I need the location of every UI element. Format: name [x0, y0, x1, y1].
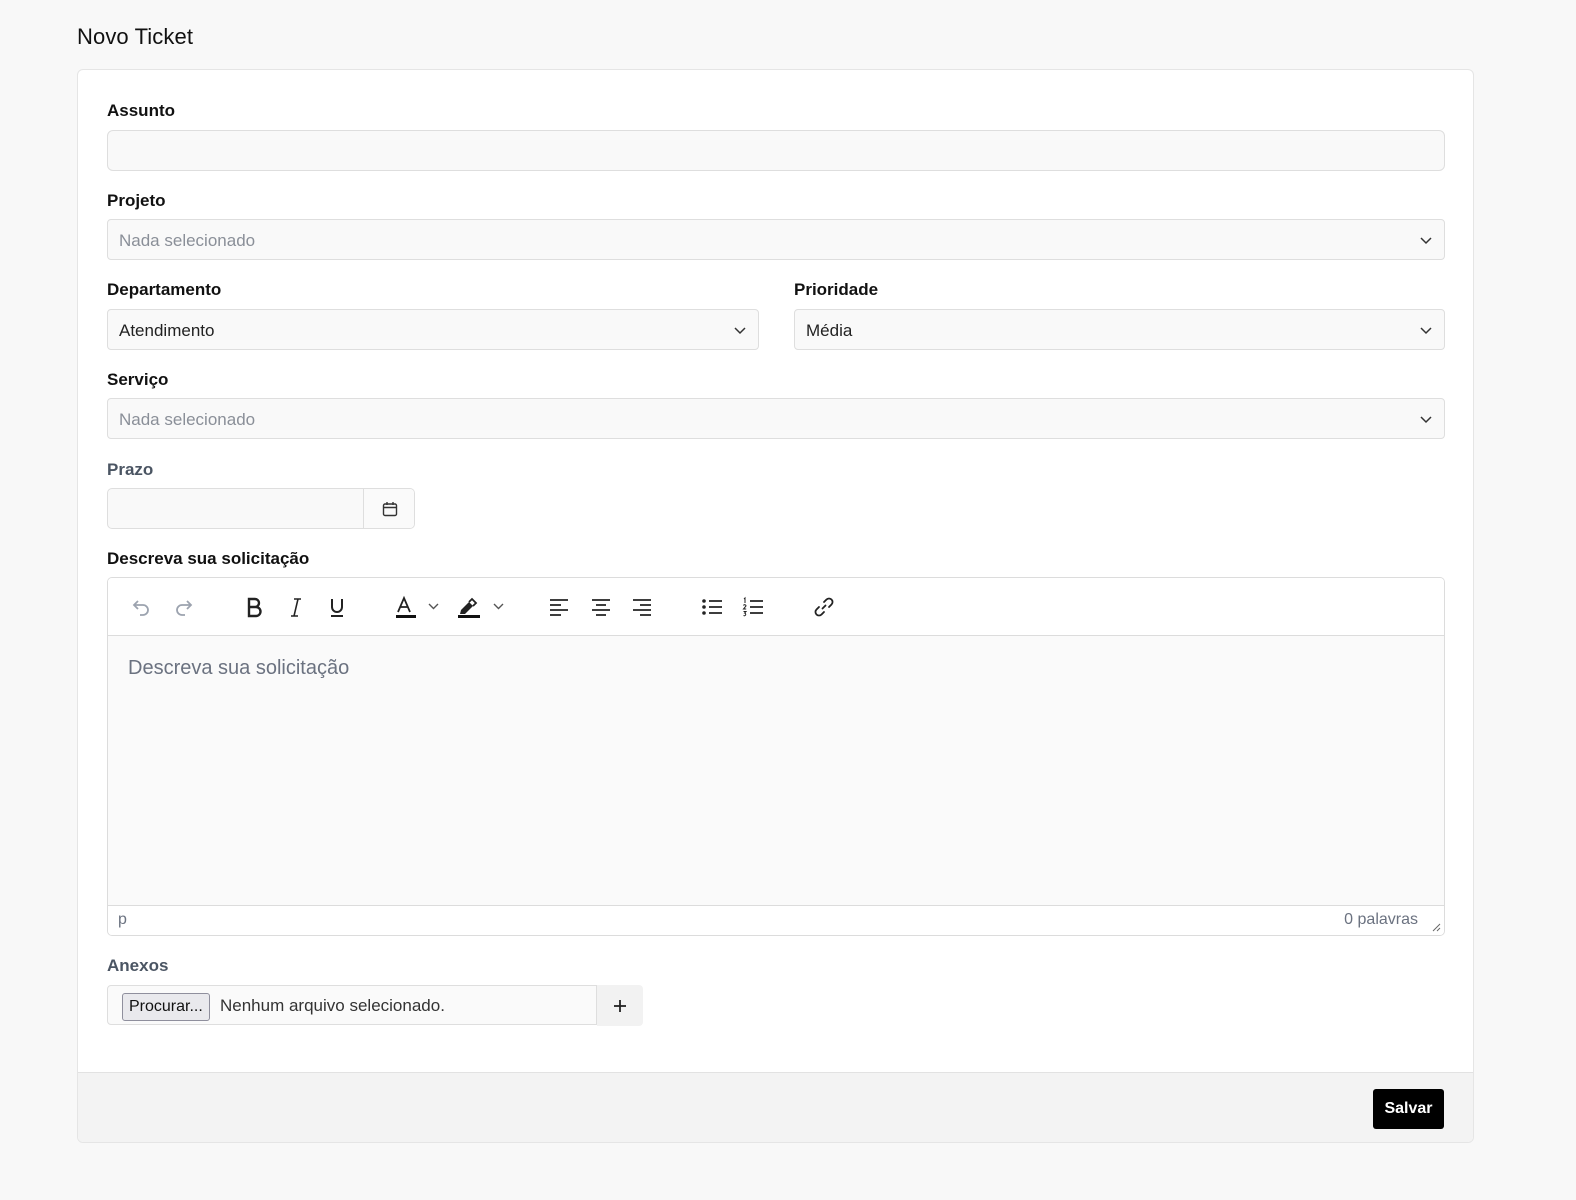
- word-count[interactable]: 0 palavras: [1344, 911, 1418, 929]
- undo-icon: [132, 600, 149, 616]
- priority-select-value: Média: [806, 321, 853, 340]
- project-label: Projeto: [107, 191, 166, 210]
- underline-icon: [331, 599, 343, 617]
- file-status: Nenhum arquivo selecionado.: [220, 996, 445, 1015]
- numbered-list-icon: [742, 596, 763, 617]
- calendar-icon: [382, 501, 397, 516]
- italic-icon: [291, 598, 301, 617]
- highlight-button[interactable]: [454, 592, 508, 622]
- chevron-down-icon: [1420, 237, 1432, 245]
- subject-label: Assunto: [107, 101, 175, 120]
- element-path[interactable]: p: [118, 911, 127, 929]
- highlight-icon: [458, 597, 504, 618]
- rich-text-editor: Descreva sua solicitação p 0 palavras: [107, 577, 1445, 936]
- subject-input[interactable]: [107, 130, 1445, 171]
- attachments-label: Anexos: [107, 956, 169, 975]
- editor-placeholder: Descreva sua solicitação: [128, 657, 350, 679]
- link-icon: [814, 597, 834, 617]
- bold-button[interactable]: [237, 592, 271, 622]
- bullet-list-icon: [702, 599, 722, 615]
- redo-button[interactable]: [167, 592, 201, 622]
- editor-statusbar: p 0 palavras: [108, 905, 1444, 935]
- align-left-button[interactable]: [542, 592, 576, 622]
- add-attachment-button[interactable]: [597, 985, 643, 1026]
- priority-select[interactable]: Média: [794, 309, 1445, 350]
- bullet-list-button[interactable]: [695, 592, 729, 622]
- service-label: Serviço: [107, 370, 169, 389]
- numbered-list-button[interactable]: [736, 592, 770, 622]
- project-select-value: Nada selecionado: [119, 231, 256, 250]
- department-select-value: Atendimento: [119, 321, 215, 340]
- file-input: Procurar... Nenhum arquivo selecionado.: [107, 985, 597, 1025]
- page-title: Novo Ticket: [77, 24, 194, 49]
- project-select[interactable]: Nada selecionado: [107, 219, 1445, 260]
- align-left-icon: [550, 599, 568, 616]
- chevron-down-icon: [1420, 416, 1432, 424]
- deadline-label: Prazo: [107, 460, 154, 479]
- text-color-icon: [396, 595, 439, 618]
- browse-button[interactable]: Procurar...: [122, 993, 210, 1021]
- undo-button[interactable]: [124, 592, 158, 622]
- editor-toolbar: [108, 578, 1444, 636]
- plus-icon: [614, 999, 626, 1012]
- resize-handle-icon[interactable]: [1431, 922, 1441, 932]
- department-select[interactable]: Atendimento: [107, 309, 759, 350]
- link-button[interactable]: [807, 592, 841, 622]
- align-right-button[interactable]: [625, 592, 659, 622]
- chevron-down-icon: [734, 327, 746, 335]
- align-center-icon: [592, 599, 610, 616]
- subject-input-field[interactable]: [108, 131, 1444, 170]
- save-button[interactable]: Salvar: [1373, 1089, 1444, 1129]
- priority-label: Prioridade: [794, 280, 879, 299]
- deadline-input[interactable]: [108, 489, 363, 528]
- chevron-down-icon: [1420, 327, 1432, 335]
- calendar-button[interactable]: [363, 489, 414, 528]
- editor-content-area[interactable]: Descreva sua solicitação: [108, 636, 1444, 906]
- redo-icon: [176, 600, 193, 616]
- service-select[interactable]: Nada selecionado: [107, 398, 1445, 439]
- align-right-icon: [633, 599, 651, 616]
- deadline-field: [107, 488, 415, 529]
- ticket-form-card: Assunto Projeto Nada selecionado Departa…: [77, 69, 1474, 1143]
- form-footer: Salvar: [78, 1072, 1473, 1142]
- bold-icon: [247, 597, 262, 618]
- underline-button[interactable]: [320, 592, 354, 622]
- department-label: Departamento: [107, 280, 222, 299]
- align-center-button[interactable]: [584, 592, 618, 622]
- description-label: Descreva sua solicitação: [107, 549, 310, 568]
- service-select-value: Nada selecionado: [119, 410, 256, 429]
- italic-button[interactable]: [279, 592, 313, 622]
- text-color-button[interactable]: [392, 592, 446, 622]
